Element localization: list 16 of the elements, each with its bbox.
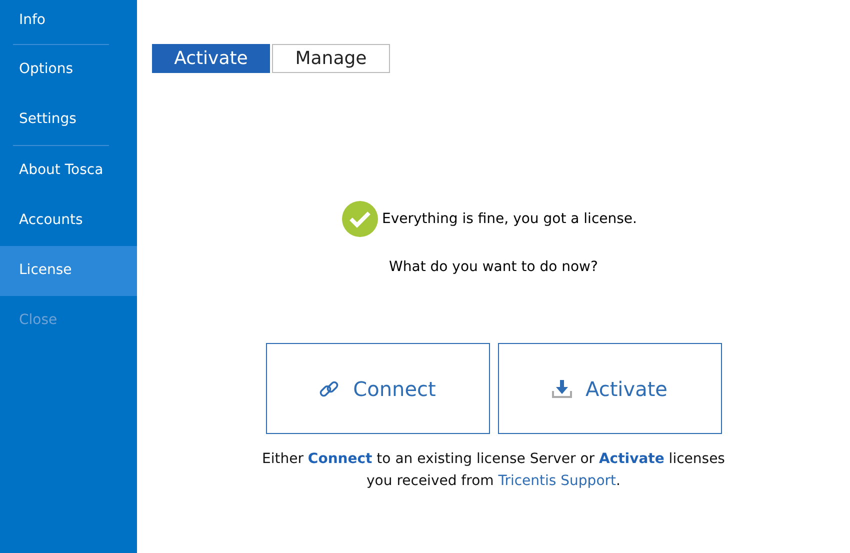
sidebar-item[interactable]: Settings <box>0 95 137 145</box>
prompt-text: What do you want to do now? <box>389 259 598 275</box>
sidebar-item[interactable]: Accounts <box>0 196 137 246</box>
help-text: Either Connect to an existing license Server or Activate licenses you received from Tricentis Support. <box>261 450 726 491</box>
chain-link-icon <box>319 378 340 398</box>
status-message: Everything is fine, you got a license. <box>382 211 637 227</box>
sidebar-item[interactable]: License <box>0 246 137 296</box>
sidebar-item[interactable]: About Tosca <box>0 146 137 196</box>
support-link[interactable]: Tricentis Support <box>498 473 616 489</box>
download-icon <box>552 378 572 398</box>
sidebar-item[interactable]: Options <box>0 45 137 95</box>
action-button[interactable]: Activate <box>498 343 722 434</box>
tab[interactable]: Manage <box>272 44 390 73</box>
sidebar-item[interactable]: Info <box>0 0 137 44</box>
tab[interactable]: Activate <box>152 44 270 73</box>
action-button[interactable]: Connect <box>266 343 490 434</box>
